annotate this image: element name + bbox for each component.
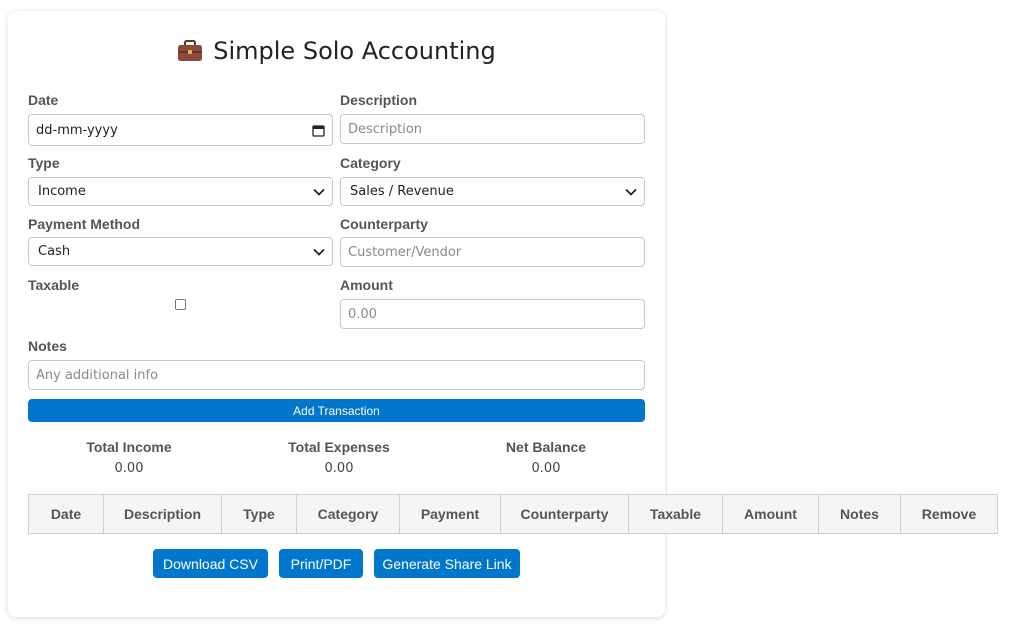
counterparty-label: Counterparty xyxy=(340,216,428,232)
description-label: Description xyxy=(340,92,418,108)
column-header-taxable: Taxable xyxy=(628,494,723,534)
payment-method-label: Payment Method xyxy=(28,216,141,232)
payment-method-select[interactable]: Cash xyxy=(28,237,333,266)
type-label: Type xyxy=(28,155,60,171)
chevron-down-icon xyxy=(313,188,325,196)
description-placeholder: Description xyxy=(348,121,423,137)
date-input[interactable]: dd-mm-yyyy xyxy=(28,114,333,146)
chevron-down-icon xyxy=(313,248,325,256)
description-input[interactable]: Description xyxy=(340,114,645,144)
column-header-type: Type xyxy=(221,494,297,534)
column-header-payment: Payment xyxy=(399,494,501,534)
type-select-value: Income xyxy=(38,184,86,199)
amount-placeholder: 0.00 xyxy=(348,306,377,322)
category-select[interactable]: Sales / Revenue xyxy=(340,177,645,206)
category-select-value: Sales / Revenue xyxy=(350,184,454,199)
date-input-value: dd-mm-yyyy xyxy=(36,122,118,138)
calendar-icon[interactable] xyxy=(312,124,325,137)
generate-share-link-button[interactable]: Generate Share Link xyxy=(374,549,520,578)
total-expenses-label: Total Expenses xyxy=(288,439,390,455)
total-expenses-value: 0.00 xyxy=(324,461,354,476)
type-select[interactable]: Income xyxy=(28,177,333,206)
table-header-row: Date Description Type Category Payment C… xyxy=(28,494,998,534)
column-header-description: Description xyxy=(103,494,222,534)
briefcase-icon xyxy=(178,40,203,61)
transactions-table: Date Description Type Category Payment C… xyxy=(28,494,998,534)
column-header-category: Category xyxy=(296,494,400,534)
column-header-amount: Amount xyxy=(722,494,819,534)
net-balance-value: 0.00 xyxy=(531,461,561,476)
total-income-label: Total Income xyxy=(86,439,172,455)
payment-method-select-value: Cash xyxy=(38,244,71,259)
net-balance-label: Net Balance xyxy=(505,439,587,455)
add-transaction-button[interactable]: Add Transaction xyxy=(28,399,645,422)
taxable-checkbox[interactable] xyxy=(175,299,186,310)
download-csv-button[interactable]: Download CSV xyxy=(153,549,268,578)
taxable-label: Taxable xyxy=(28,277,80,293)
counterparty-input[interactable]: Customer/Vendor xyxy=(340,237,645,267)
notes-placeholder: Any additional info xyxy=(36,367,159,383)
notes-label: Notes xyxy=(28,338,67,354)
category-label: Category xyxy=(340,155,401,171)
notes-input[interactable]: Any additional info xyxy=(28,360,645,390)
app-title: Simple Solo Accounting xyxy=(213,37,496,65)
chevron-down-icon xyxy=(625,188,637,196)
column-header-remove: Remove xyxy=(900,494,998,534)
amount-input[interactable]: 0.00 xyxy=(340,299,645,329)
date-label: Date xyxy=(28,92,59,108)
column-header-notes: Notes xyxy=(818,494,901,534)
page-title: Simple Solo Accounting xyxy=(8,37,665,65)
print-pdf-button[interactable]: Print/PDF xyxy=(279,549,363,578)
total-income-value: 0.00 xyxy=(114,461,144,476)
column-header-counterparty: Counterparty xyxy=(500,494,629,534)
counterparty-placeholder: Customer/Vendor xyxy=(348,244,462,260)
amount-label: Amount xyxy=(340,277,393,293)
column-header-date: Date xyxy=(28,494,104,534)
